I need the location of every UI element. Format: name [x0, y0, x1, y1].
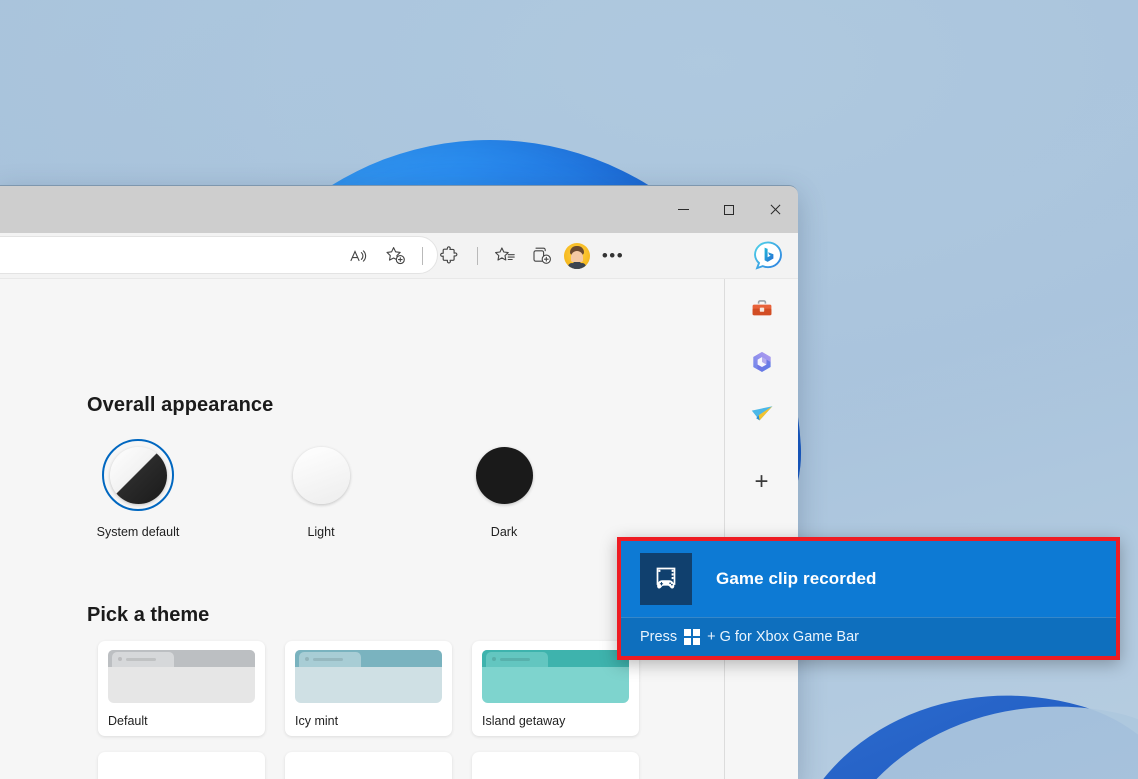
theme-preview-dot — [492, 657, 496, 661]
appearance-swatch-ring-dark — [468, 439, 540, 511]
game-clip-icon — [656, 567, 676, 589]
paper-plane-icon — [751, 406, 772, 421]
system-default-swatch-icon — [109, 446, 167, 504]
appearance-label-dark: Dark — [490, 525, 518, 539]
theme-preview-line — [126, 657, 156, 661]
add-favorite-button[interactable] — [378, 240, 412, 272]
appearance-label-light: Light — [307, 525, 335, 539]
appearance-option-light[interactable]: Light — [270, 439, 372, 539]
extensions-button[interactable] — [433, 240, 467, 272]
theme-preview-dot — [118, 657, 122, 661]
theme-preview-line — [500, 657, 530, 661]
plus-icon: + — [754, 468, 769, 495]
favorites-button[interactable] — [488, 240, 522, 272]
appearance-option-system-default[interactable]: System default — [87, 439, 189, 539]
read-aloud-icon — [350, 249, 367, 262]
theme-preview-island-getaway — [482, 650, 629, 703]
notification-footer-prefix: Press — [640, 629, 678, 645]
toolbar-divider-left — [422, 246, 423, 265]
window-titlebar[interactable] — [0, 185, 798, 233]
close-button[interactable] — [752, 186, 798, 233]
read-aloud-button[interactable] — [342, 240, 376, 272]
theme-name-default: Default — [108, 714, 148, 728]
desktop: ••• Overall appearance System default Li… — [0, 0, 1138, 779]
settings-page: Overall appearance System default Light — [0, 279, 725, 779]
theme-grid: Default Icy mint Island getaway — [98, 641, 724, 779]
edge-sidebar: + — [725, 279, 798, 779]
profile-button[interactable] — [560, 240, 594, 272]
maximize-icon — [724, 204, 734, 215]
minimize-icon — [677, 209, 689, 210]
appearance-options: System default Light Dark — [87, 439, 555, 539]
theme-preview-default — [108, 650, 255, 703]
windows-key-icon — [684, 629, 701, 645]
theme-card-row2-col2[interactable] — [285, 752, 452, 779]
theme-card-row2-col1[interactable] — [98, 752, 265, 779]
xbox-game-bar-notification[interactable]: Game clip recorded Press + G for Xbox Ga… — [617, 537, 1120, 660]
theme-preview-line — [313, 657, 343, 661]
theme-preview-icy-mint — [295, 650, 442, 703]
appearance-swatch-ring-system — [102, 439, 174, 511]
theme-card-row2-col3[interactable] — [472, 752, 639, 779]
notification-footer: Press + G for Xbox Game Bar — [621, 617, 1116, 656]
sidebar-item-outlook[interactable] — [744, 396, 780, 432]
window-body: Overall appearance System default Light — [0, 278, 798, 779]
notification-icon-tile — [640, 553, 692, 605]
appearance-label-system: System default — [96, 525, 180, 539]
close-icon — [769, 204, 781, 216]
theme-card-default[interactable]: Default — [98, 641, 265, 736]
add-favorite-icon — [385, 247, 405, 265]
theme-preview-dot — [305, 657, 309, 661]
settings-and-more-button[interactable]: ••• — [596, 240, 630, 272]
collections-button[interactable] — [524, 240, 558, 272]
favorites-icon — [495, 247, 515, 261]
extensions-icon — [439, 246, 457, 264]
light-swatch-icon — [292, 446, 350, 504]
sidebar-item-tools[interactable] — [744, 292, 780, 328]
pick-a-theme-heading: Pick a theme — [87, 604, 210, 626]
profile-avatar — [564, 242, 590, 269]
microsoft-365-icon — [752, 352, 771, 372]
collections-icon — [532, 247, 551, 264]
edge-browser-window: ••• Overall appearance System default Li… — [0, 185, 798, 779]
toolbox-icon — [752, 300, 771, 316]
toolbar-actions: ••• — [342, 233, 630, 278]
settings-and-more-icon: ••• — [601, 246, 625, 265]
theme-card-icy-mint[interactable]: Icy mint — [285, 641, 452, 736]
sidebar-item-add[interactable]: + — [744, 464, 780, 500]
notification-title: Game clip recorded — [716, 569, 877, 588]
bing-chat-icon — [754, 241, 782, 270]
theme-name-icy-mint: Icy mint — [295, 714, 339, 728]
appearance-swatch-ring-light — [285, 439, 357, 511]
notification-main-row: Game clip recorded — [621, 541, 1116, 617]
appearance-option-dark[interactable]: Dark — [453, 439, 555, 539]
overall-appearance-heading: Overall appearance — [87, 394, 274, 416]
theme-name-island-getaway: Island getaway — [482, 714, 566, 728]
toolbar-divider-right — [477, 246, 478, 265]
notification-footer-suffix: + G for Xbox Game Bar — [707, 629, 859, 645]
dark-swatch-icon — [475, 446, 533, 504]
sidebar-item-office[interactable] — [744, 344, 780, 380]
maximize-button[interactable] — [706, 186, 752, 233]
minimize-button[interactable] — [660, 186, 706, 233]
theme-card-island-getaway[interactable]: Island getaway — [472, 641, 639, 736]
browser-toolbar: ••• — [0, 233, 798, 278]
window-controls — [660, 186, 798, 233]
bing-chat-button[interactable] — [751, 239, 785, 273]
